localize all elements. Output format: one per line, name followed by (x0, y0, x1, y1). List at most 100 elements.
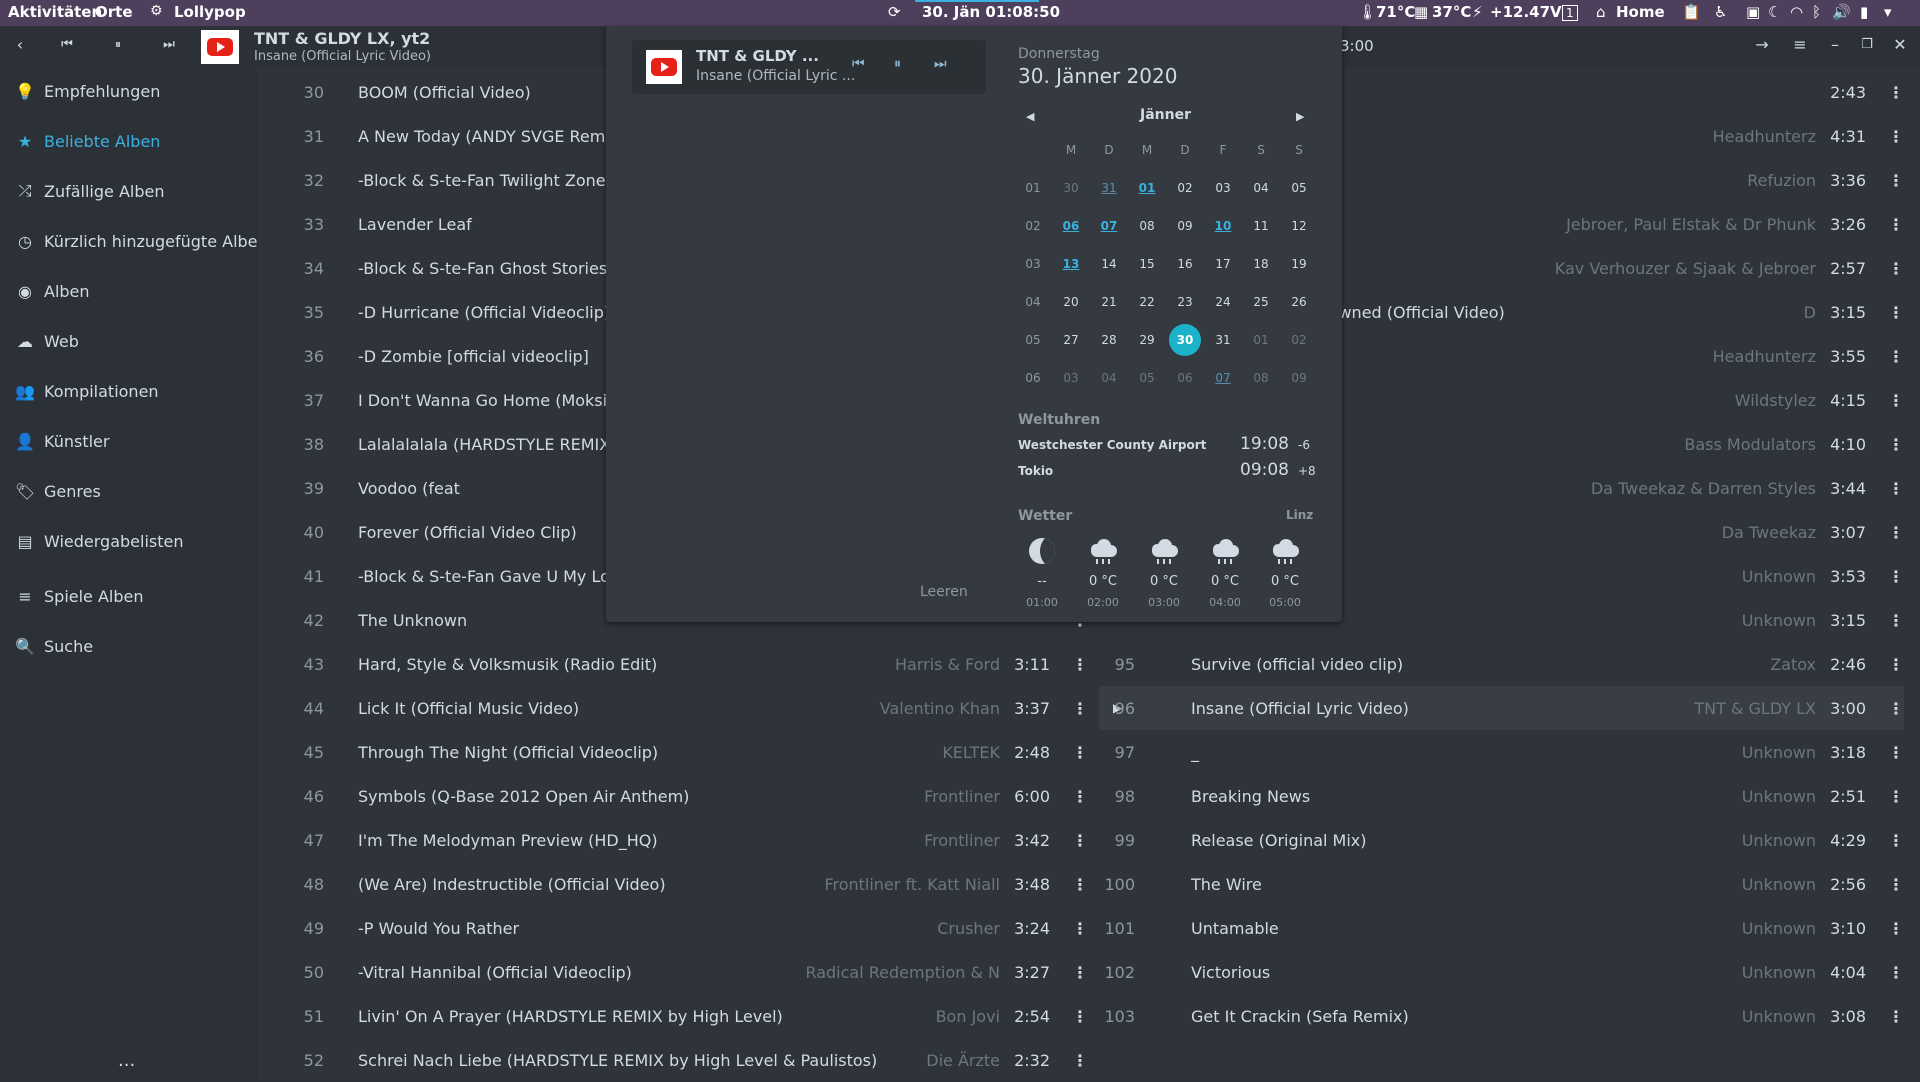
track-menu-icon[interactable]: ⋮ (1888, 743, 1904, 762)
track-row[interactable]: 52 Schrei Nach Liebe (HARDSTYLE REMIX by … (288, 1038, 1088, 1082)
calendar-day[interactable]: 31 (1093, 172, 1125, 204)
calendar-day[interactable]: 01 (1245, 324, 1277, 356)
bluetooth-icon[interactable]: ᛒ (1812, 3, 1821, 21)
calendar-day[interactable]: 02 (1169, 172, 1201, 204)
calendar-day[interactable]: 12 (1283, 210, 1315, 242)
calendar-day[interactable]: 14 (1093, 248, 1125, 280)
calendar-day[interactable]: 03 (1207, 172, 1239, 204)
screen-icon[interactable]: ▣ (1746, 3, 1760, 21)
maximize-icon[interactable]: ❐ (1855, 37, 1879, 52)
track-menu-icon[interactable]: ⋮ (1072, 1051, 1088, 1070)
track-menu-icon[interactable]: ⋮ (1072, 743, 1088, 762)
calendar-day[interactable]: 16 (1169, 248, 1201, 280)
track-row[interactable]: 49 -P Would You Rather Crusher 3:24 ⋮ (288, 906, 1088, 950)
track-menu-icon[interactable]: ⋮ (1888, 127, 1904, 146)
player-next-icon[interactable]: ⏭ (934, 56, 947, 72)
track-row[interactable]: ▶ 96 Insane (Official Lyric Video) TNT & GL… (1099, 686, 1904, 730)
calendar-day[interactable]: 17 (1207, 248, 1239, 280)
calendar-day[interactable]: 07 (1093, 210, 1125, 242)
sidebar-item-web[interactable]: ☁ Web (14, 326, 79, 356)
media-player-card[interactable]: TNT & GLDY ... Insane (Official Lyric ..… (632, 40, 986, 94)
track-menu-icon[interactable]: ⋮ (1888, 787, 1904, 806)
arrow-right-icon[interactable]: → (1750, 35, 1774, 54)
track-row[interactable]: 45 Through The Night (Official Videoclip)… (288, 730, 1088, 774)
calendar-day[interactable]: 30 (1055, 172, 1087, 204)
calendar-day[interactable]: 21 (1093, 286, 1125, 318)
volume-icon[interactable]: 🔊 (1832, 3, 1851, 21)
track-menu-icon[interactable]: ⋮ (1072, 655, 1088, 674)
calendar-day[interactable]: 10 (1207, 210, 1239, 242)
pause-button[interactable]: ⏸ (106, 37, 130, 52)
power-menu-icon[interactable]: ▾ (1884, 3, 1892, 21)
player-previous-icon[interactable]: ⏮ (852, 56, 865, 72)
next-month-icon[interactable]: ▶ (1296, 110, 1304, 123)
track-menu-icon[interactable]: ⋮ (1888, 303, 1904, 322)
calendar-day[interactable]: 11 (1245, 210, 1277, 242)
track-menu-icon[interactable]: ⋮ (1888, 435, 1904, 454)
sidebar-item-suche[interactable]: 🔍 Suche (14, 631, 93, 661)
calendar-day[interactable]: 26 (1283, 286, 1315, 318)
calendar-day[interactable]: 09 (1169, 210, 1201, 242)
track-menu-icon[interactable]: ⋮ (1888, 699, 1904, 718)
track-row[interactable]: 48 (We Are) Indestructible (Official Vide… (288, 862, 1088, 906)
track-menu-icon[interactable]: ⋮ (1888, 567, 1904, 586)
clipboard-icon[interactable]: 📋 (1682, 3, 1701, 21)
app-menu[interactable]: Lollypop (174, 3, 246, 21)
track-menu-icon[interactable]: ⋮ (1888, 479, 1904, 498)
activities-button[interactable]: Aktivitäten (8, 3, 102, 21)
track-menu-icon[interactable]: ⋮ (1072, 699, 1088, 718)
track-row[interactable]: 44 Lick It (Official Music Video) Valentin… (288, 686, 1088, 730)
youtube-cover-icon[interactable] (201, 30, 239, 64)
track-menu-icon[interactable]: ⋮ (1072, 919, 1088, 938)
track-row[interactable]: 98 Breaking News Unknown 2:51 ⋮ (1099, 774, 1904, 818)
sidebar-item-empfehlungen[interactable]: 💡 Empfehlungen (14, 76, 160, 106)
sidebar-item-genres[interactable]: 🏷 Genres (14, 476, 101, 506)
track-menu-icon[interactable]: ⋮ (1888, 611, 1904, 630)
calendar-day[interactable]: 06 (1169, 362, 1201, 394)
calendar-day[interactable]: 25 (1245, 286, 1277, 318)
track-row[interactable]: 50 -Vitral Hannibal (Official Videoclip) R… (288, 950, 1088, 994)
app-menu-icon[interactable]: ⚙ (150, 3, 163, 19)
track-menu-icon[interactable]: ⋮ (1888, 391, 1904, 410)
calendar-day[interactable]: 29 (1131, 324, 1163, 356)
sidebar-item-zufällige-alben[interactable]: ⤮ Zufällige Alben (14, 176, 165, 206)
prev-month-icon[interactable]: ◀ (1026, 110, 1034, 123)
sidebar-item-künstler[interactable]: 👤 Künstler (14, 426, 109, 456)
track-menu-icon[interactable]: ⋮ (1888, 347, 1904, 366)
track-menu-icon[interactable]: ⋮ (1072, 1007, 1088, 1026)
sidebar-item-wiedergabelisten[interactable]: ▤ Wiedergabelisten (14, 526, 183, 556)
weather-heading[interactable]: Wetter (1018, 508, 1072, 524)
sidebar-item-alben[interactable]: ◉ Alben (14, 276, 90, 306)
calendar-day[interactable]: 22 (1131, 286, 1163, 318)
more-options-icon[interactable]: ... (118, 1050, 135, 1071)
track-row[interactable]: 47 I'm The Melodyman Preview (HD_HQ) Front… (288, 818, 1088, 862)
player-pause-icon[interactable]: ⏸ (894, 56, 901, 72)
track-row[interactable]: 102 Victorious Unknown 4:04 ⋮ (1099, 950, 1904, 994)
accessibility-icon[interactable]: ♿ (1714, 3, 1727, 21)
places-menu[interactable]: Orte (95, 3, 133, 21)
clear-notifications-button[interactable]: Leeren (920, 584, 968, 600)
minimize-icon[interactable]: – (1823, 35, 1847, 54)
voltage[interactable]: +12.47V (1490, 3, 1562, 21)
track-menu-icon[interactable]: ⋮ (1072, 787, 1088, 806)
night-light-icon[interactable]: ☾ (1768, 3, 1781, 21)
track-menu-icon[interactable]: ⋮ (1072, 875, 1088, 894)
menu-icon[interactable]: ≡ (1788, 35, 1812, 54)
calendar-day[interactable]: 02 (1283, 324, 1315, 356)
track-row[interactable]: 100 The Wire Unknown 2:56 ⋮ (1099, 862, 1904, 906)
next-track-button[interactable]: ⏭ (157, 37, 181, 52)
track-menu-icon[interactable]: ⋮ (1888, 1007, 1904, 1026)
clock[interactable]: 30. Jän 01:08:50 (922, 3, 1060, 21)
track-menu-icon[interactable]: ⋮ (1888, 963, 1904, 982)
track-menu-icon[interactable]: ⋮ (1888, 875, 1904, 894)
world-clocks-heading[interactable]: Weltuhren (1018, 412, 1100, 428)
sidebar-item-kürzlich-hinzugefügte-alben[interactable]: ◷ Kürzlich hinzugefügte Alben (14, 226, 268, 256)
calendar-day[interactable]: 20 (1055, 286, 1087, 318)
track-row[interactable]: 46 Symbols (Q-Base 2012 Open Air Anthem) F… (288, 774, 1088, 818)
track-row[interactable]: 99 Release (Original Mix) Unknown 4:29 ⋮ (1099, 818, 1904, 862)
track-menu-icon[interactable]: ⋮ (1888, 259, 1904, 278)
calendar-day[interactable]: 05 (1131, 362, 1163, 394)
calendar-day[interactable]: 28 (1093, 324, 1125, 356)
calendar-day[interactable]: 06 (1055, 210, 1087, 242)
calendar-day[interactable]: 15 (1131, 248, 1163, 280)
